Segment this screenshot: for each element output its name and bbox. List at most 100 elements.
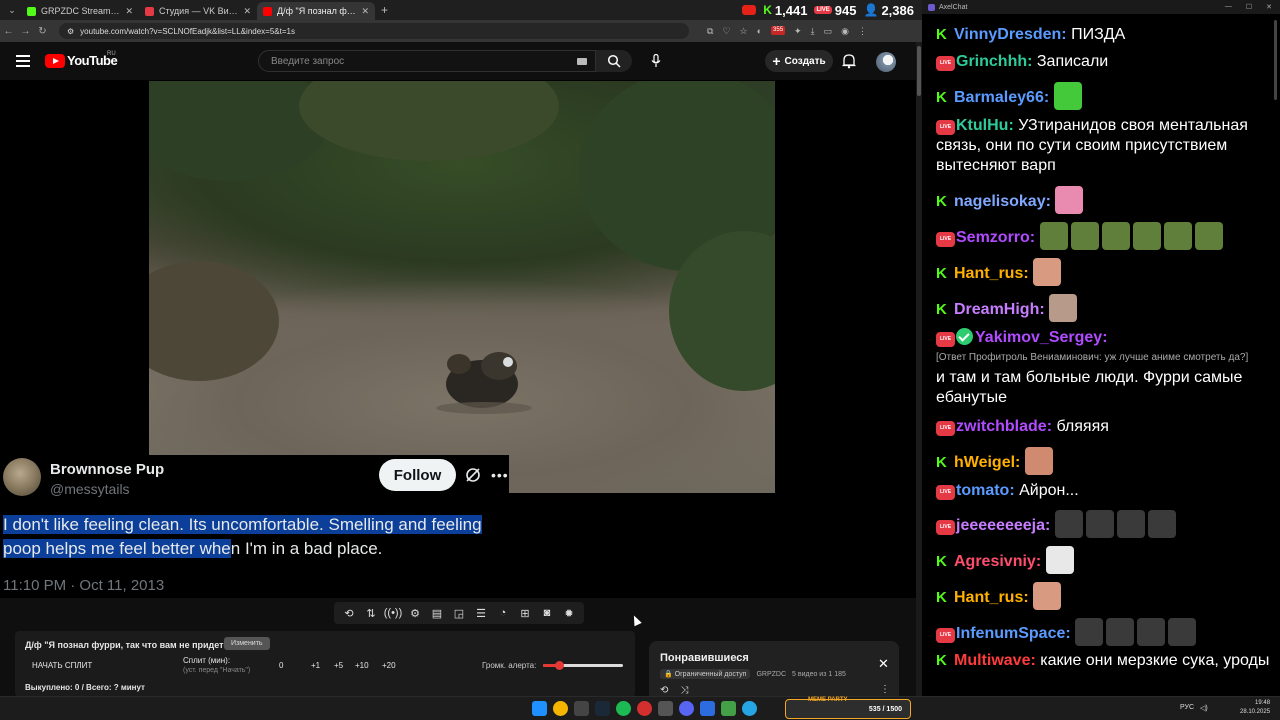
steam-icon[interactable]: [595, 701, 610, 716]
more-options-icon[interactable]: •••: [491, 467, 509, 483]
chat-username[interactable]: hWeigel: [954, 454, 1015, 471]
extension-icon[interactable]: ◐: [757, 26, 762, 37]
chat-username[interactable]: Agresivniy: [954, 553, 1036, 570]
split-icon[interactable]: ▭: [824, 26, 833, 37]
clock[interactable]: 19:48 28.10.2025: [1240, 699, 1270, 717]
alert-volume-knob[interactable]: [555, 661, 564, 670]
site-info-icon[interactable]: ⚙: [67, 27, 74, 36]
star-icon[interactable]: ☆: [740, 26, 748, 37]
add-5-button[interactable]: +5: [334, 661, 343, 670]
settings-video-icon[interactable]: ⚙: [408, 606, 422, 620]
playlist-menu-icon[interactable]: ⋮: [880, 684, 890, 695]
minimize-icon[interactable]: —: [1225, 3, 1232, 11]
repeat-icon[interactable]: ⟲: [660, 685, 668, 696]
change-button[interactable]: Изменить: [224, 637, 270, 650]
tab-close-icon[interactable]: ✕: [243, 6, 251, 17]
chat-username[interactable]: nagelisokay: [954, 193, 1046, 210]
youtube-logo[interactable]: YouTube RU: [45, 51, 118, 68]
menu-icon[interactable]: [16, 55, 30, 70]
pip-icon[interactable]: ◲: [452, 606, 466, 620]
clapper-icon[interactable]: ▤: [430, 606, 444, 620]
chat-username[interactable]: KtulHu: [956, 117, 1008, 134]
profile-icon[interactable]: ◉: [841, 26, 849, 37]
create-button[interactable]: + Создать: [765, 50, 833, 72]
chat-username[interactable]: zwitchblade: [956, 418, 1047, 435]
chat-username[interactable]: tomato: [956, 482, 1009, 499]
url-field[interactable]: ⚙ youtube.com/watch?v=SCLNOfEadjk&list=L…: [59, 23, 689, 39]
screenshot-icon[interactable]: ◙: [540, 606, 554, 620]
reload-icon[interactable]: ↻: [34, 26, 51, 37]
add-10-button[interactable]: +10: [355, 661, 369, 670]
voice-search-button[interactable]: [644, 50, 668, 72]
tab-kick-stream[interactable]: GRPZDC Stream - Watch Live o ✕: [21, 2, 139, 20]
audio-wave-icon[interactable]: ((•)): [384, 606, 403, 620]
scrollbar-thumb[interactable]: [917, 46, 921, 96]
add-1-button[interactable]: +1: [311, 661, 320, 670]
gear-icon[interactable]: ✹: [562, 606, 576, 620]
download-icon[interactable]: ⤓: [811, 26, 815, 37]
chat-username[interactable]: Barmaley66: [954, 89, 1044, 106]
chat-username[interactable]: InfenumSpace: [956, 625, 1065, 642]
file-explorer-icon[interactable]: [574, 701, 589, 716]
search-input[interactable]: Введите запрос: [258, 50, 596, 72]
shuffle-icon[interactable]: ⤨: [680, 685, 688, 696]
puzzle-icon[interactable]: ✦: [794, 26, 802, 37]
clip-icon[interactable]: ⊞: [518, 606, 532, 620]
windows-start-icon[interactable]: [532, 701, 547, 716]
chat-username[interactable]: Grinchhh: [956, 53, 1027, 70]
spotify-icon[interactable]: [616, 701, 631, 716]
close-icon[interactable]: ✕: [878, 656, 889, 672]
maximize-icon[interactable]: ☐: [1246, 3, 1252, 11]
follow-button[interactable]: Follow: [379, 459, 456, 491]
playlist-channel[interactable]: GRPZDC: [756, 671, 786, 678]
tweet-author-avatar[interactable]: [3, 458, 41, 496]
volume-icon[interactable]: ◁): [1200, 704, 1208, 712]
discord-icon[interactable]: [679, 701, 694, 716]
language-indicator[interactable]: РУС: [1180, 704, 1194, 712]
tweet-author-handle[interactable]: @messytails: [50, 481, 130, 497]
user-avatar[interactable]: [876, 52, 896, 72]
grok-icon[interactable]: [464, 466, 482, 484]
chat-username[interactable]: Hant_rus: [954, 589, 1023, 606]
menu-dots-icon[interactable]: ⋮: [858, 26, 867, 37]
playlist-title[interactable]: Понравившиеся: [660, 652, 749, 664]
chat-username[interactable]: Hant_rus: [954, 265, 1023, 282]
window-close-icon[interactable]: ✕: [1266, 3, 1272, 11]
chrome-icon[interactable]: [553, 701, 568, 716]
chat-username[interactable]: Multiwave: [954, 652, 1030, 669]
tab-search-icon[interactable]: ⌄: [3, 2, 21, 18]
start-split-button[interactable]: НАЧАТЬ СПЛИТ: [32, 661, 92, 670]
tweet-date[interactable]: 11:10 PM · Oct 11, 2013: [3, 577, 164, 594]
chat-username[interactable]: DreamHigh: [954, 301, 1039, 318]
tab-close-icon[interactable]: ✕: [125, 6, 133, 17]
chat-username[interactable]: jeeeeeeeeja: [956, 517, 1045, 534]
notifications-button[interactable]: [842, 53, 856, 74]
tab-close-icon[interactable]: ✕: [361, 6, 369, 17]
new-tab-button[interactable]: +: [381, 3, 388, 17]
heart-icon[interactable]: ♡: [722, 26, 730, 37]
alert-volume-slider[interactable]: [543, 661, 623, 670]
tweet-author-name[interactable]: Brownnose Pup: [50, 461, 164, 478]
chat-username[interactable]: VinnyDresden: [954, 26, 1061, 43]
speed-icon[interactable]: ◔: [496, 606, 510, 620]
app-gray-icon[interactable]: [658, 701, 673, 716]
forward-icon[interactable]: →: [17, 26, 34, 37]
chat-username[interactable]: Semzorro: [956, 229, 1030, 246]
search-button[interactable]: [596, 50, 632, 72]
loop-icon[interactable]: ⟲: [342, 606, 356, 620]
chat-username[interactable]: Yakimov_Sergey: [975, 329, 1102, 346]
keyboard-icon[interactable]: [577, 58, 587, 65]
install-icon[interactable]: ⧉: [707, 26, 713, 37]
app-red-icon[interactable]: [637, 701, 652, 716]
meme-party-widget[interactable]: MEME PARTY 535 / 1500: [785, 697, 911, 719]
tab-vk-studio[interactable]: Студия — VK Видео Live ✕: [139, 2, 257, 20]
add-20-button[interactable]: +20: [382, 661, 396, 670]
telegram-icon[interactable]: [742, 701, 757, 716]
sort-icon[interactable]: ⇅: [364, 606, 378, 620]
app-green-icon[interactable]: [721, 701, 736, 716]
video-frame[interactable]: [149, 81, 775, 493]
back-icon[interactable]: ←: [0, 26, 17, 37]
tab-youtube-video[interactable]: Д/ф "Я познал фурри, так ✕: [257, 2, 375, 20]
app-blue-icon[interactable]: [700, 701, 715, 716]
frames-icon[interactable]: ☰: [474, 606, 488, 620]
